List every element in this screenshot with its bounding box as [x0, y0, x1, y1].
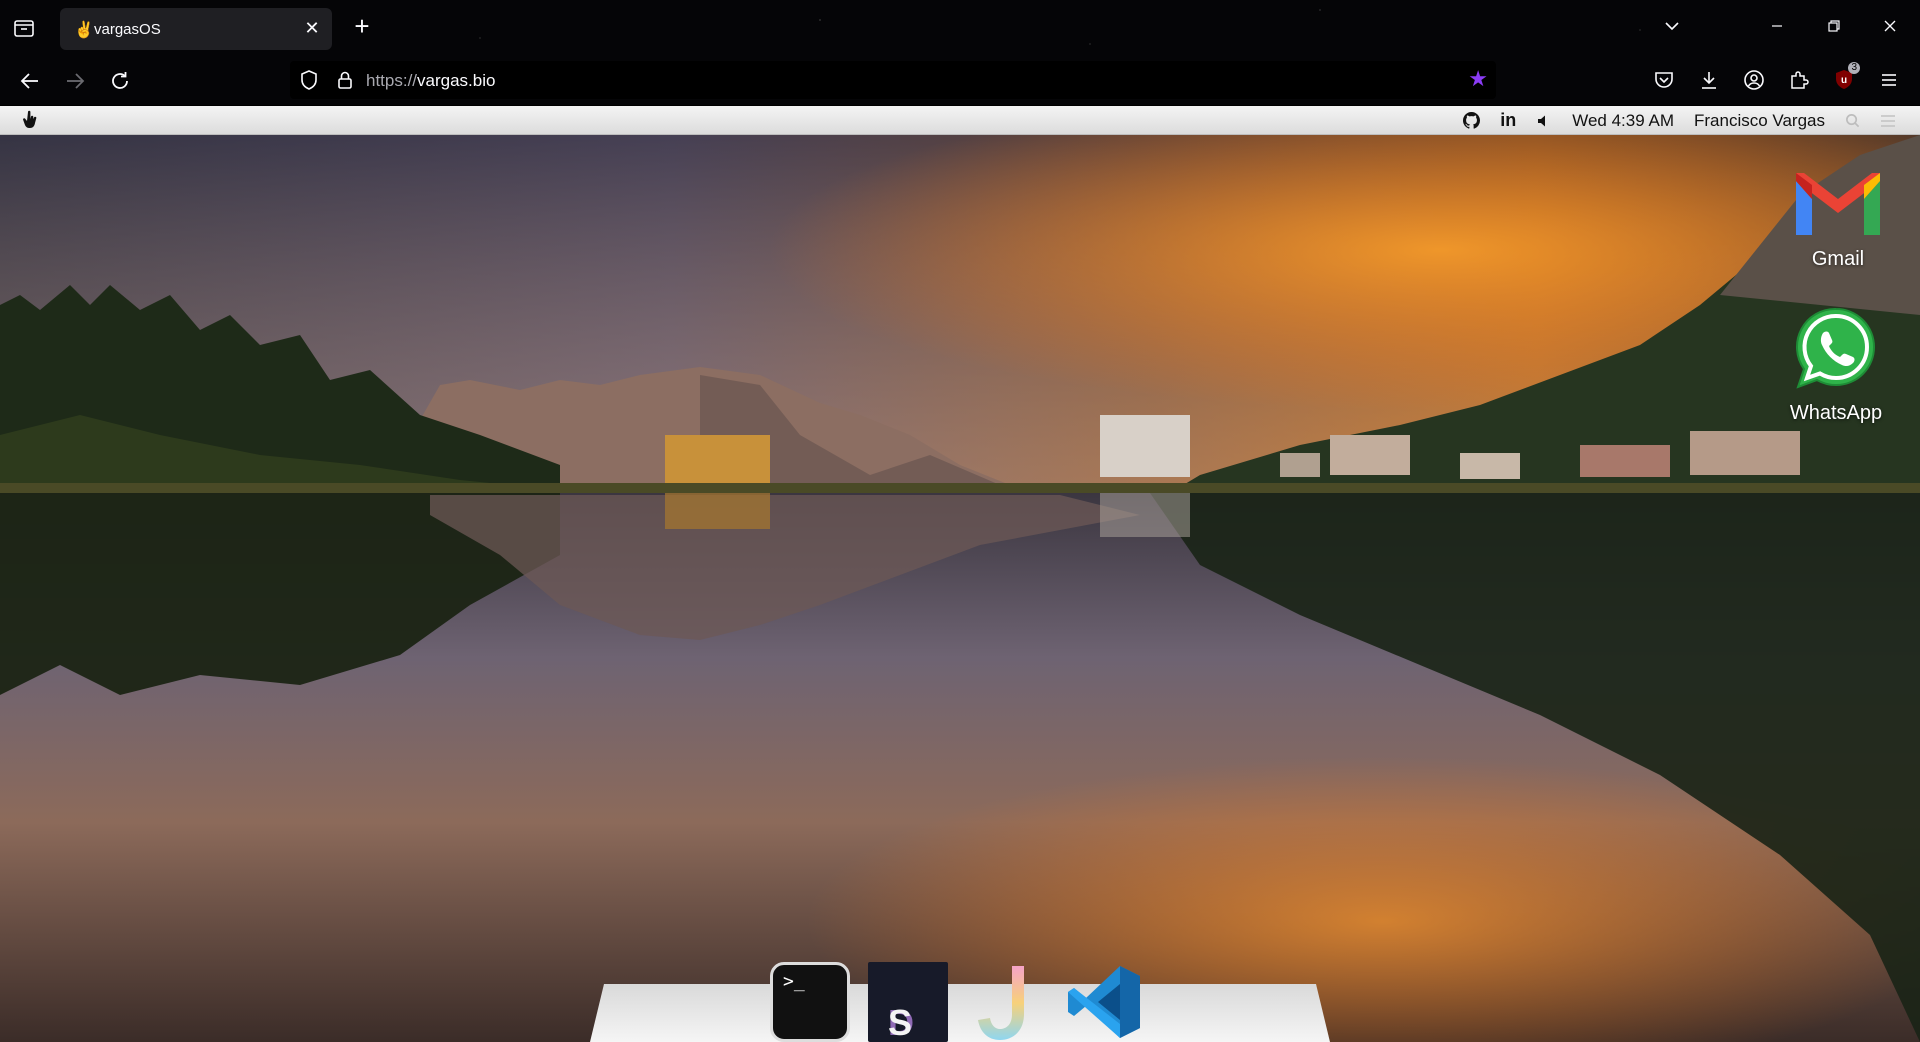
jupyter-app[interactable] [966, 962, 1046, 1042]
close-window-button[interactable] [1878, 14, 1902, 38]
extensions-icon[interactable] [1787, 68, 1811, 92]
jupyter-icon [978, 966, 1024, 1040]
terminal-prompt: >_ [783, 971, 805, 992]
ublock-icon[interactable]: u 3 [1832, 62, 1860, 92]
github-icon[interactable] [1453, 106, 1490, 135]
chevron-down-icon[interactable] [1660, 14, 1684, 38]
linkedin-icon[interactable]: in [1490, 106, 1526, 135]
hamburger-menu-icon[interactable] [1870, 106, 1906, 135]
forward-button[interactable] [61, 67, 89, 95]
search-icon[interactable] [1835, 106, 1870, 135]
vscode-icon [1068, 966, 1140, 1038]
account-icon[interactable] [1742, 68, 1766, 92]
whatsapp-shortcut[interactable]: WhatsApp [1776, 303, 1896, 425]
reload-button[interactable] [106, 67, 134, 95]
datastation-app[interactable]: DS [868, 962, 948, 1042]
hand-peace-icon: ✌ [74, 22, 94, 39]
browser-nav-bar: https://vargas.bio ★ u 3 [0, 55, 1920, 105]
download-icon[interactable] [1697, 68, 1721, 92]
dock: >_ DS [770, 956, 1144, 1042]
terminal-app[interactable]: >_ [770, 962, 850, 1042]
gmail-shortcut[interactable]: Gmail [1778, 169, 1898, 271]
gmail-icon [1796, 173, 1880, 235]
vscode-app[interactable] [1064, 962, 1144, 1042]
bookmark-star-icon[interactable]: ★ [1468, 68, 1488, 90]
extension-badge: 3 [1848, 62, 1860, 74]
arrow-left-icon [20, 73, 38, 89]
hand-cursor-icon[interactable] [22, 110, 38, 135]
url-bar[interactable]: https://vargas.bio ★ [290, 61, 1496, 99]
restore-button[interactable] [1822, 14, 1846, 38]
tab-list-button[interactable] [12, 16, 36, 40]
browser-tab-bar: ✌ vargasOS ✕ + [0, 0, 1920, 55]
lock-icon[interactable] [334, 69, 356, 96]
os-status-area: in Wed 4:39 AM Francisco Vargas [1453, 106, 1906, 135]
pocket-icon[interactable] [1652, 68, 1676, 92]
user-name[interactable]: Francisco Vargas [1684, 106, 1835, 135]
os-menu-bar: in Wed 4:39 AM Francisco Vargas [0, 106, 1920, 135]
whatsapp-icon [1795, 307, 1875, 389]
url-protocol: https:// [366, 71, 418, 90]
clock[interactable]: Wed 4:39 AM [1562, 106, 1684, 135]
gmail-label: Gmail [1811, 248, 1865, 270]
minimize-button[interactable] [1765, 14, 1789, 38]
close-tab-icon[interactable]: ✕ [302, 18, 322, 38]
back-button[interactable] [16, 67, 44, 95]
browser-tab[interactable]: ✌ vargasOS ✕ [60, 8, 332, 50]
desktop[interactable]: Gmail WhatsApp >_ DS [0, 135, 1920, 1042]
svg-text:u: u [1841, 75, 1847, 86]
wallpaper-lake-mountains [0, 135, 1920, 1042]
shield-icon[interactable] [298, 69, 320, 96]
url-text[interactable]: https://vargas.bio [366, 71, 495, 91]
tab-title: vargasOS [94, 21, 161, 38]
volume-icon[interactable] [1526, 106, 1562, 135]
url-host: vargas.bio [417, 71, 496, 90]
new-tab-button[interactable]: + [350, 13, 374, 39]
reload-icon [112, 72, 128, 89]
arrow-right-icon [67, 73, 85, 89]
whatsapp-label: WhatsApp [1789, 402, 1883, 424]
menu-icon[interactable] [1877, 68, 1901, 92]
tab-list-icon [14, 20, 34, 37]
